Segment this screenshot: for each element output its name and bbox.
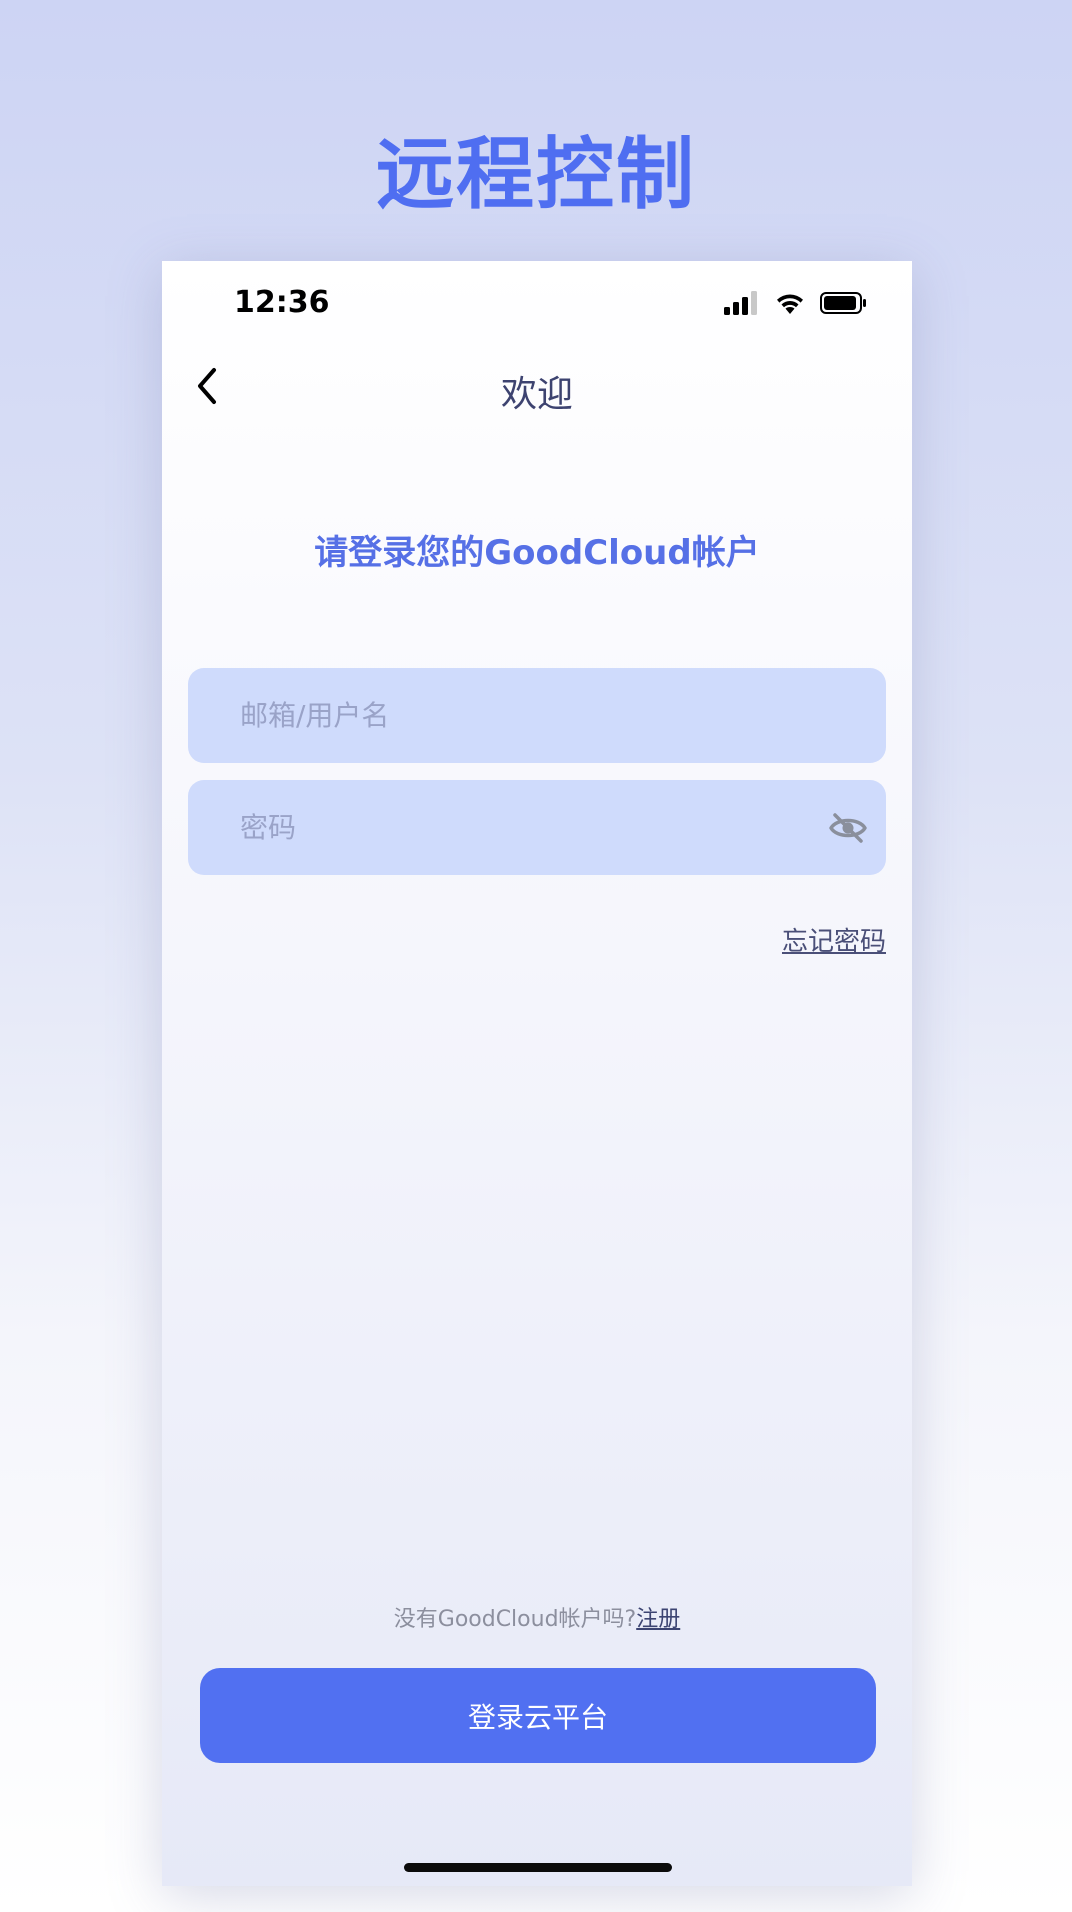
- password-input[interactable]: [240, 780, 800, 875]
- status-time: 12:36: [234, 285, 330, 320]
- eye-slash-icon[interactable]: [828, 810, 868, 846]
- wifi-icon: [777, 294, 803, 314]
- battery-icon: [820, 292, 866, 314]
- username-field: [188, 668, 886, 763]
- username-input[interactable]: [240, 668, 800, 763]
- register-link[interactable]: 注册: [636, 1607, 680, 1632]
- password-field: [188, 780, 886, 875]
- login-cloud-button[interactable]: 登录云平台: [200, 1668, 876, 1763]
- register-prompt-text: 没有GoodCloud帐户吗?: [393, 1607, 637, 1632]
- home-indicator[interactable]: [404, 1863, 672, 1872]
- promo-title: 远程控制: [375, 130, 696, 220]
- login-heading: 请登录您的GoodCloud帐户: [314, 533, 760, 573]
- phone-screen: 12:36 欢迎 请登录您的GoodCloud帐户 邮箱/用户名 忘记密码 没有…: [162, 261, 912, 1886]
- cellular-signal-icon: [724, 291, 757, 315]
- forgot-password-link[interactable]: 忘记密码: [782, 921, 886, 958]
- status-icons: [724, 291, 868, 315]
- page-title: 欢迎: [500, 374, 573, 415]
- register-prompt: 没有GoodCloud帐户吗?注册: [162, 1601, 912, 1633]
